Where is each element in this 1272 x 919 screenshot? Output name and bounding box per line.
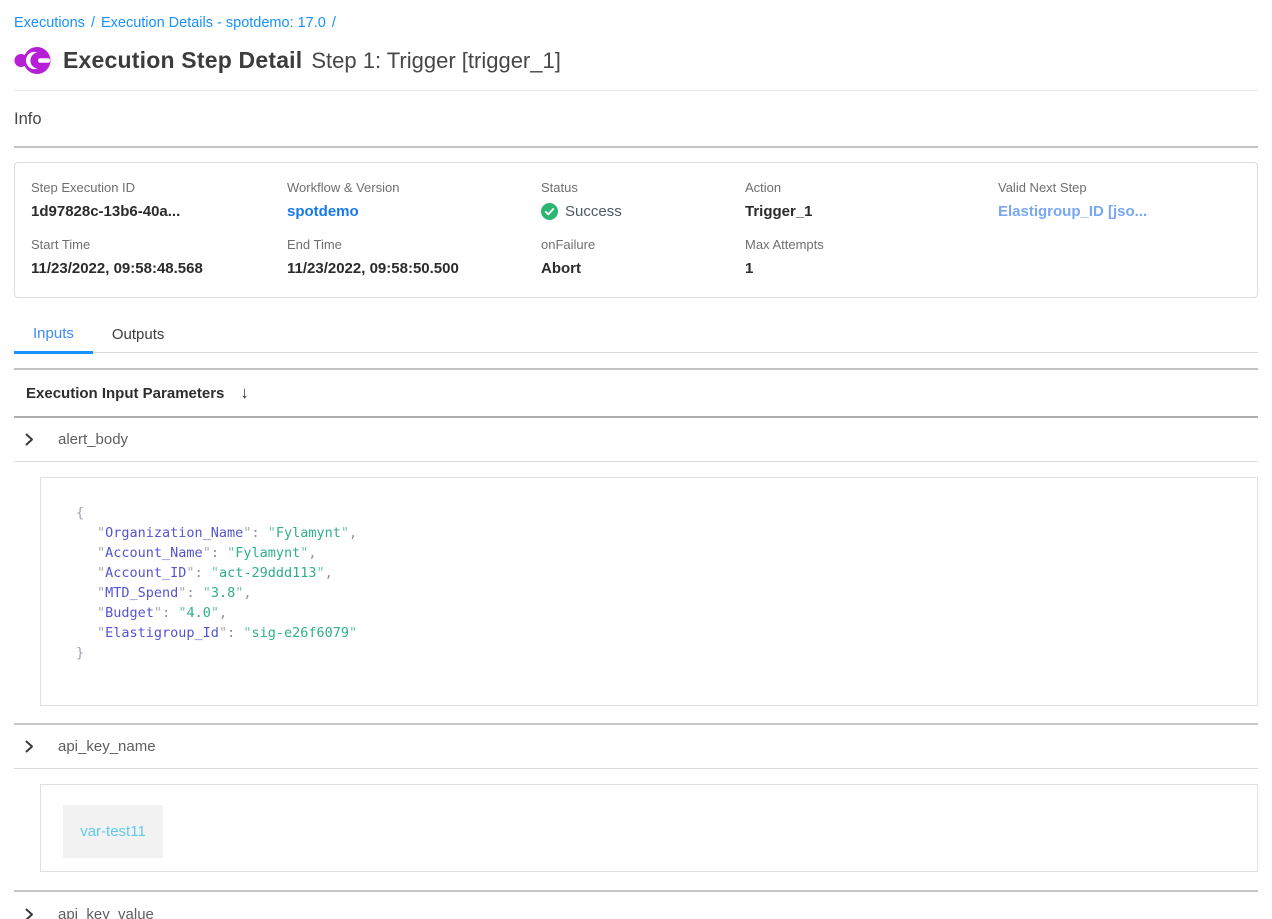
alert-body-json-panel: { "Organization_Name": "Fylamynt", "Acco… bbox=[40, 477, 1258, 706]
api-key-name-value-chip: var-test11 bbox=[63, 805, 163, 858]
status-badge: Success bbox=[541, 203, 745, 220]
field-label: Workflow & Version bbox=[287, 180, 541, 195]
field-value: Abort bbox=[541, 260, 745, 277]
page-title: Execution Step Detail bbox=[63, 47, 302, 74]
field-empty bbox=[998, 237, 1241, 277]
field-label: Start Time bbox=[31, 237, 287, 252]
info-heading: Info bbox=[14, 110, 1258, 148]
field-action: Action Trigger_1 bbox=[745, 180, 998, 220]
param-row-alert-body[interactable]: alert_body bbox=[14, 418, 1258, 462]
json-close-brace: } bbox=[76, 643, 1257, 663]
json-entry: "Budget": "4.0", bbox=[76, 603, 1257, 623]
execution-input-parameters-title: Execution Input Parameters bbox=[26, 385, 224, 402]
json-entry: "Account_ID": "act-29ddd113", bbox=[76, 563, 1257, 583]
field-workflow-version: Workflow & Version spotdemo bbox=[287, 180, 541, 220]
json-open-brace: { bbox=[76, 503, 1257, 523]
field-status: Status Success bbox=[541, 180, 745, 220]
param-row-label: alert_body bbox=[58, 431, 128, 448]
field-label: onFailure bbox=[541, 237, 745, 252]
json-entry: "Account_Name": "Fylamynt", bbox=[76, 543, 1257, 563]
execution-input-parameters-header: Execution Input Parameters ↓ bbox=[14, 370, 1258, 418]
json-entry: "Organization_Name": "Fylamynt", bbox=[76, 523, 1257, 543]
field-value: 11/23/2022, 09:58:50.500 bbox=[287, 260, 541, 277]
field-label: Action bbox=[745, 180, 998, 195]
field-end-time: End Time 11/23/2022, 09:58:50.500 bbox=[287, 237, 541, 277]
breadcrumb: Executions / Execution Details - spotdemo:… bbox=[14, 0, 1258, 31]
collapse-all-arrow-icon[interactable]: ↓ bbox=[240, 383, 249, 403]
field-valid-next-step: Valid Next Step Elastigroup_ID [jso... bbox=[998, 180, 1241, 220]
field-step-execution-id: Step Execution ID 1d97828c-13b6-40a... bbox=[31, 180, 287, 220]
param-row-label: api_key_value bbox=[58, 906, 154, 919]
api-key-name-panel: var-test11 bbox=[40, 784, 1258, 872]
param-row-label: api_key_name bbox=[58, 738, 156, 755]
field-label: Status bbox=[541, 180, 745, 195]
breadcrumb-link-execution-details[interactable]: Execution Details - spotdemo: 17.0 bbox=[101, 15, 326, 31]
chevron-right-icon[interactable] bbox=[23, 908, 36, 919]
field-label: End Time bbox=[287, 237, 541, 252]
tab-inputs[interactable]: Inputs bbox=[14, 318, 93, 354]
fylamynt-logo-icon bbox=[14, 44, 52, 77]
field-label: Step Execution ID bbox=[31, 180, 287, 195]
chevron-right-icon[interactable] bbox=[23, 433, 36, 446]
chevron-right-icon[interactable] bbox=[23, 740, 36, 753]
json-entry: "Elastigroup_Id": "sig-e26f6079" bbox=[76, 623, 1257, 643]
field-value: Trigger_1 bbox=[745, 203, 998, 220]
field-start-time: Start Time 11/23/2022, 09:58:48.568 bbox=[31, 237, 287, 277]
tab-bar: Inputs Outputs bbox=[14, 318, 1258, 353]
status-text: Success bbox=[565, 203, 622, 220]
field-max-attempts: Max Attempts 1 bbox=[745, 237, 998, 277]
page-header: Execution Step Detail Step 1: Trigger [t… bbox=[14, 44, 1258, 91]
field-label: Valid Next Step bbox=[998, 180, 1241, 195]
field-value: 1d97828c-13b6-40a... bbox=[31, 203, 287, 220]
param-row-api-key-value[interactable]: api_key_value bbox=[14, 892, 1258, 919]
page-subtitle: Step 1: Trigger [trigger_1] bbox=[311, 48, 560, 74]
field-value: 1 bbox=[745, 260, 998, 277]
success-check-icon bbox=[541, 203, 558, 220]
breadcrumb-separator: / bbox=[332, 15, 336, 31]
field-label: Max Attempts bbox=[745, 237, 998, 252]
field-value: 11/23/2022, 09:58:48.568 bbox=[31, 260, 287, 277]
execution-step-detail-page: Executions / Execution Details - spotdemo:… bbox=[0, 0, 1272, 919]
tab-outputs[interactable]: Outputs bbox=[93, 319, 184, 352]
breadcrumb-link-executions[interactable]: Executions bbox=[14, 15, 85, 31]
valid-next-step-link[interactable]: Elastigroup_ID [jso... bbox=[998, 203, 1241, 220]
breadcrumb-separator: / bbox=[91, 15, 95, 31]
field-on-failure: onFailure Abort bbox=[541, 237, 745, 277]
workflow-link[interactable]: spotdemo bbox=[287, 203, 541, 220]
param-row-api-key-name[interactable]: api_key_name bbox=[14, 725, 1258, 769]
json-entry: "MTD_Spend": "3.8", bbox=[76, 583, 1257, 603]
info-card: Step Execution ID 1d97828c-13b6-40a... W… bbox=[14, 162, 1258, 298]
